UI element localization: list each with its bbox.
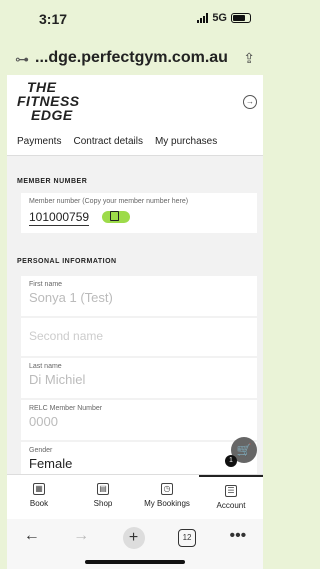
- first-name-field[interactable]: First name Sonya 1 (Test): [21, 276, 257, 316]
- more-menu-icon[interactable]: •••: [229, 527, 246, 545]
- back-arrow-icon[interactable]: ←: [24, 527, 40, 545]
- copy-button[interactable]: [101, 210, 130, 223]
- status-bar: 3:17 5G: [7, 0, 263, 40]
- home-indicator: [85, 560, 185, 564]
- nav-shop[interactable]: ▤ Shop: [71, 475, 135, 519]
- key-icon: ⊶: [15, 51, 29, 67]
- new-tab-plus-icon[interactable]: +: [122, 527, 145, 549]
- calendar-icon: ▦: [33, 483, 45, 495]
- member-number-label: Member number (Copy your member number h…: [29, 198, 189, 205]
- fitness-edge-logo[interactable]: THE FITNESS EDGE: [17, 80, 80, 122]
- phone-screen: 3:17 5G ⊶ ...dge.perfectgym.com.au ⇪ THE…: [7, 0, 263, 569]
- last-name-value: Di Michiel: [29, 372, 86, 387]
- second-name-field[interactable]: Second name: [21, 318, 257, 356]
- cart-button[interactable]: 🛒 1: [225, 437, 257, 467]
- account-tabs: Payments Contract details My purchases: [7, 130, 263, 156]
- copy-icon: [109, 210, 119, 221]
- cart-count-badge: 1: [225, 455, 237, 467]
- gender-value: Female: [29, 456, 73, 471]
- first-name-value: Sonya 1 (Test): [29, 290, 113, 305]
- bottom-nav: ▦ Book ▤ Shop ◷ My Bookings ☰ Account: [7, 474, 263, 519]
- share-icon[interactable]: ⇪: [243, 50, 255, 67]
- cart-icon: 🛒: [236, 443, 252, 457]
- shop-icon: ▤: [97, 483, 109, 495]
- tab-count-icon[interactable]: 12: [178, 529, 197, 547]
- tab-my-purchases[interactable]: My purchases: [149, 130, 223, 155]
- gender-label: Gender: [29, 447, 53, 454]
- tab-contract-details[interactable]: Contract details: [67, 130, 148, 155]
- site-header: THE FITNESS EDGE →: [7, 75, 263, 130]
- logout-icon[interactable]: →: [243, 95, 257, 109]
- account-icon: ☰: [225, 485, 237, 497]
- relc-value: 0000: [29, 414, 58, 429]
- relc-label: RELC Member Number: [29, 405, 103, 412]
- relc-field[interactable]: RELC Member Number 0000: [21, 400, 257, 440]
- nav-my-bookings[interactable]: ◷ My Bookings: [135, 475, 199, 519]
- bookings-icon: ◷: [161, 483, 173, 495]
- member-number-heading: MEMBER NUMBER: [17, 178, 88, 185]
- address-bar[interactable]: ⊶ ...dge.perfectgym.com.au ⇪: [7, 40, 263, 75]
- personal-info-heading: PERSONAL INFORMATION: [17, 258, 117, 265]
- last-name-field[interactable]: Last name Di Michiel: [21, 358, 257, 398]
- network-label: 5G: [212, 12, 227, 24]
- url-text[interactable]: ...dge.perfectgym.com.au: [35, 49, 228, 67]
- forward-arrow-icon[interactable]: →: [73, 527, 89, 545]
- second-name-placeholder: Second name: [29, 329, 104, 343]
- signal-icon: [197, 13, 209, 23]
- battery-icon: [231, 13, 251, 23]
- first-name-label: First name: [29, 281, 63, 288]
- nav-account[interactable]: ☰ Account: [199, 475, 263, 519]
- member-number-card: Member number (Copy your member number h…: [21, 193, 257, 233]
- last-name-label: Last name: [29, 363, 62, 370]
- nav-book[interactable]: ▦ Book: [7, 475, 71, 519]
- member-number-value: 101000759: [29, 210, 90, 226]
- tab-payments[interactable]: Payments: [7, 130, 67, 155]
- status-time: 3:17: [39, 11, 68, 27]
- profile-content: MEMBER NUMBER Member number (Copy your m…: [7, 156, 263, 482]
- status-indicators: 5G: [197, 12, 251, 24]
